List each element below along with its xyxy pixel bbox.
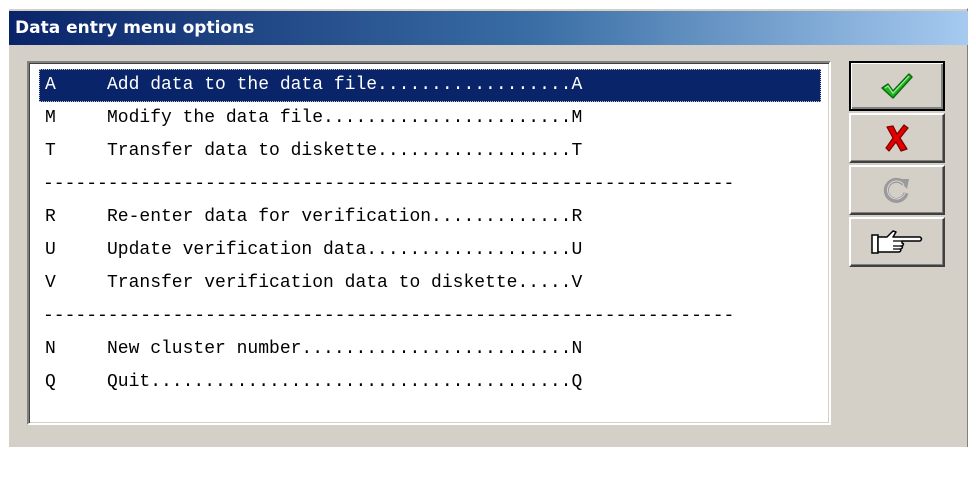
menu-listbox[interactable]: A Add data to the data file.............… bbox=[27, 61, 831, 425]
menu-item-update-verification[interactable]: U Update verification data..............… bbox=[39, 234, 821, 267]
cross-icon bbox=[885, 124, 909, 152]
menu-item-key: T bbox=[45, 141, 56, 161]
menu-item-modify[interactable]: M Modify the data file..................… bbox=[39, 102, 821, 135]
menu-item-label: Update verification data................… bbox=[107, 240, 583, 260]
menu-item-label: Add data to the data file...............… bbox=[107, 75, 583, 95]
dialog-window: Data entry menu options A Add data to th… bbox=[8, 8, 968, 447]
menu-item-label: Transfer data to diskette...............… bbox=[107, 141, 583, 161]
menu-separator: ----------------------------------------… bbox=[43, 306, 735, 326]
menu-item-label: Transfer verification data to diskette..… bbox=[107, 273, 583, 293]
menu-item-key: A bbox=[45, 75, 56, 95]
menu-item-label: Quit....................................… bbox=[107, 372, 583, 392]
menu-item-key: V bbox=[45, 273, 56, 293]
menu-item-key: U bbox=[45, 240, 56, 260]
menu-item-label: Re-enter data for verification..........… bbox=[107, 207, 583, 227]
title-bar: Data entry menu options bbox=[9, 11, 968, 45]
help-button[interactable] bbox=[849, 217, 945, 267]
ok-button[interactable] bbox=[849, 61, 945, 111]
menu-item-add-data[interactable]: A Add data to the data file.............… bbox=[39, 69, 821, 102]
checkmark-icon bbox=[881, 73, 913, 99]
cancel-button[interactable] bbox=[849, 113, 945, 163]
circular-arrow-icon bbox=[883, 177, 909, 203]
menu-item-label: New cluster number......................… bbox=[107, 339, 583, 359]
menu-item-transfer[interactable]: T Transfer data to diskette.............… bbox=[39, 135, 821, 168]
pointing-hand-icon bbox=[871, 230, 923, 254]
menu-item-reenter[interactable]: R Re-enter data for verification........… bbox=[39, 201, 821, 234]
menu-separator: ----------------------------------------… bbox=[43, 174, 735, 194]
menu-item-key: R bbox=[45, 207, 56, 227]
menu-item-transfer-verification[interactable]: V Transfer verification data to diskette… bbox=[39, 267, 821, 300]
menu-item-quit[interactable]: Q Quit..................................… bbox=[39, 366, 821, 399]
menu-item-label: Modify the data file....................… bbox=[107, 108, 583, 128]
window-title: Data entry menu options bbox=[15, 18, 255, 38]
redo-button[interactable] bbox=[849, 165, 945, 215]
menu-item-key: N bbox=[45, 339, 56, 359]
menu-item-key: Q bbox=[45, 372, 56, 392]
menu-item-new-cluster[interactable]: N New cluster number....................… bbox=[39, 333, 821, 366]
menu-item-key: M bbox=[45, 108, 56, 128]
